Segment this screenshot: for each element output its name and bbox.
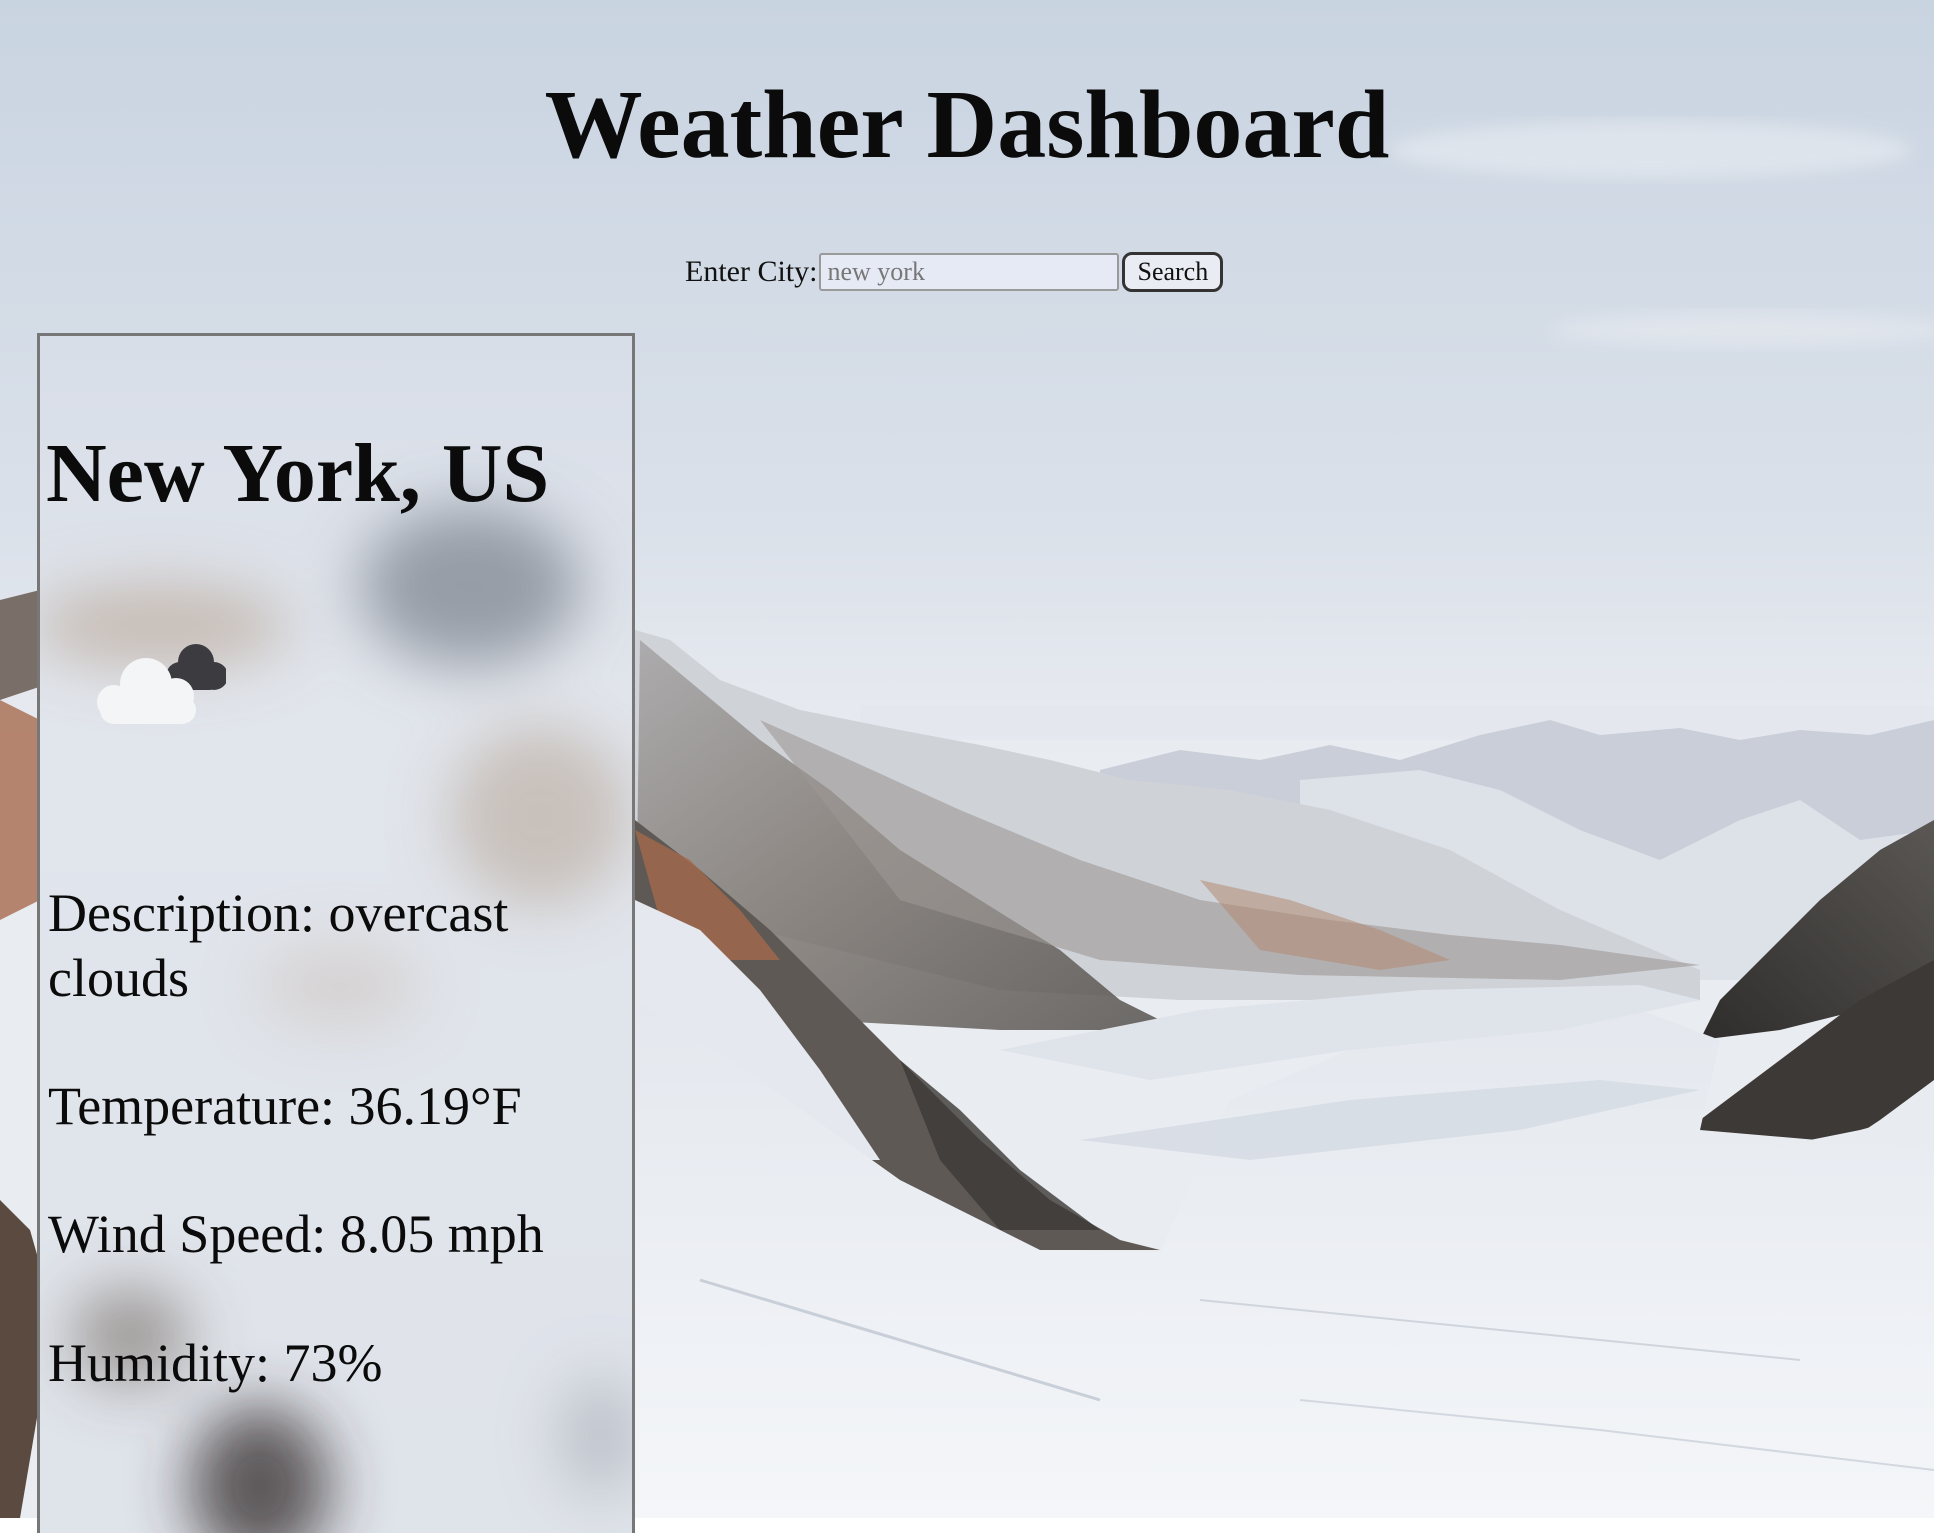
humidity-text: Humidity: 73% bbox=[48, 1333, 383, 1393]
city-name: New York, US bbox=[46, 427, 550, 520]
search-button[interactable]: Search bbox=[1122, 252, 1224, 292]
description-text: Description: overcast clouds bbox=[48, 883, 509, 1008]
city-search-input[interactable] bbox=[819, 253, 1120, 291]
page-title: Weather Dashboard bbox=[544, 71, 1390, 179]
wind-speed-text: Wind Speed: 8.05 mph bbox=[48, 1204, 544, 1264]
weather-card: New York, US Description: overcast cloud… bbox=[37, 333, 635, 1533]
search-form: Enter City: Search bbox=[685, 250, 1224, 294]
city-label: Enter City: bbox=[685, 255, 818, 288]
overcast-clouds-icon bbox=[76, 636, 228, 756]
temperature-text: Temperature: 36.19°F bbox=[48, 1076, 522, 1136]
